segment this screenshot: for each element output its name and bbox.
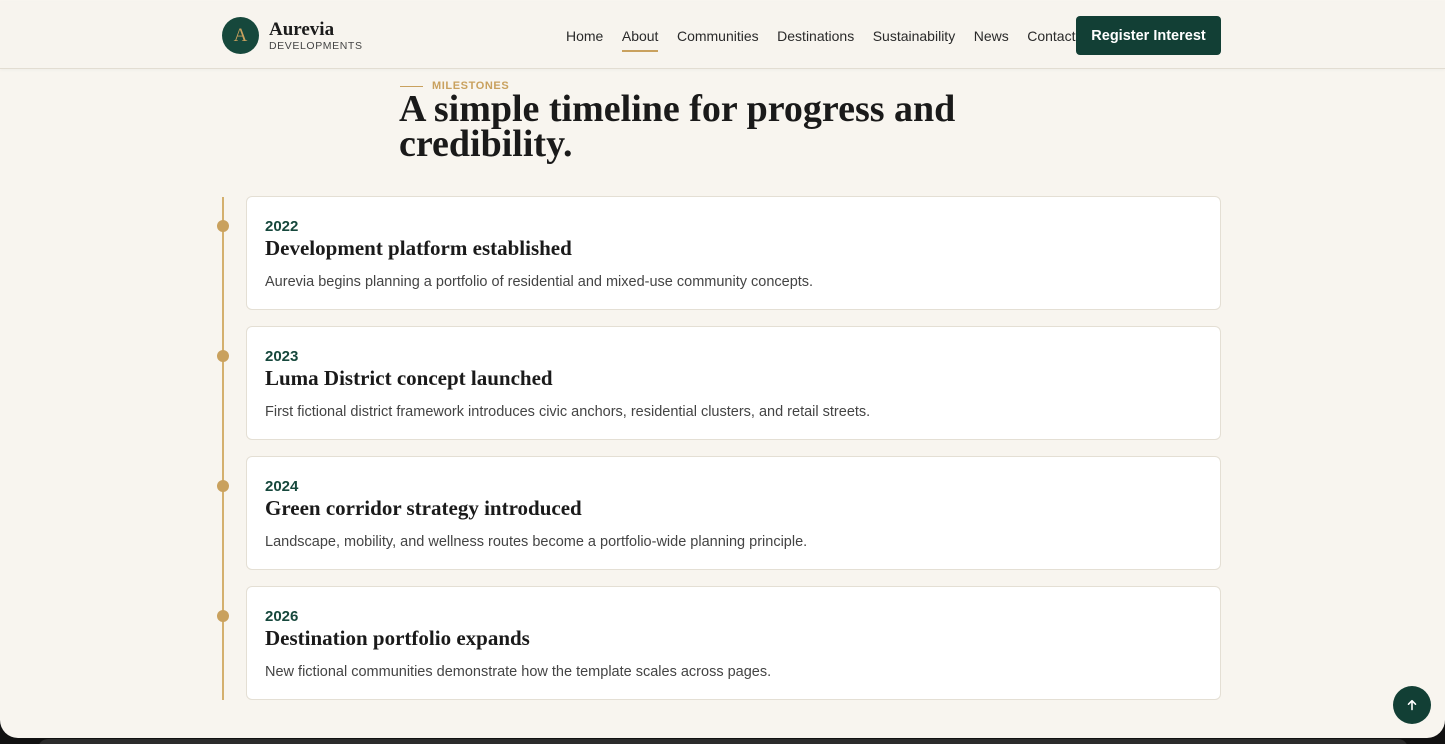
brand-name: Aurevia xyxy=(269,18,335,40)
site-header: A Aurevia DEVELOPMENTS Home About Commun… xyxy=(0,2,1445,69)
nav-contact[interactable]: Contact xyxy=(1027,28,1075,50)
back-to-top-button[interactable] xyxy=(1393,686,1431,724)
timeline-dot xyxy=(217,480,229,492)
milestone-title: Development platform established xyxy=(265,236,572,260)
timeline-rail xyxy=(222,197,224,700)
main-nav: Home About Communities Destinations Sust… xyxy=(566,28,1094,52)
eyebrow-divider xyxy=(400,85,423,87)
nav-sustainability[interactable]: Sustainability xyxy=(873,28,956,50)
section-title: A simple timeline for progress and credi… xyxy=(399,88,956,165)
register-interest-button[interactable]: Register Interest xyxy=(1076,16,1221,55)
nav-news[interactable]: News xyxy=(974,28,1009,50)
nav-communities[interactable]: Communities xyxy=(677,28,759,50)
timeline-card: 2023 Luma District concept launched Firs… xyxy=(246,326,1221,440)
timeline-card: 2022 Development platform established Au… xyxy=(246,196,1221,310)
timeline-card: 2024 Green corridor strategy introduced … xyxy=(246,456,1221,570)
milestone-description: First fictional district framework intro… xyxy=(265,404,871,420)
brand-logo[interactable]: A Aurevia DEVELOPMENTS xyxy=(222,17,363,54)
brand-text: Aurevia DEVELOPMENTS xyxy=(269,20,363,52)
milestone-year: 2026 xyxy=(265,608,299,625)
timeline-dot xyxy=(217,610,229,622)
timeline-dot xyxy=(217,350,229,362)
nav-home[interactable]: Home xyxy=(566,28,603,50)
milestone-description: Aurevia begins planning a portfolio of r… xyxy=(265,274,814,290)
milestone-title: Destination portfolio expands xyxy=(265,626,530,650)
milestone-year: 2024 xyxy=(265,478,299,495)
timeline-card: 2026 Destination portfolio expands New f… xyxy=(246,586,1221,700)
milestone-description: Landscape, mobility, and wellness routes… xyxy=(265,534,808,550)
arrow-up-icon xyxy=(1407,699,1417,711)
nav-destinations[interactable]: Destinations xyxy=(777,28,854,50)
milestone-title: Luma District concept launched xyxy=(265,366,553,390)
footer-edge xyxy=(38,739,1408,744)
nav-about[interactable]: About xyxy=(621,28,658,52)
brand-subtitle: DEVELOPMENTS xyxy=(269,39,363,52)
milestone-title: Green corridor strategy introduced xyxy=(265,496,582,520)
milestone-description: New fictional communities demonstrate ho… xyxy=(265,664,772,680)
brand-mark: A xyxy=(222,17,259,54)
milestone-year: 2023 xyxy=(265,348,299,365)
page: A Aurevia DEVELOPMENTS Home About Commun… xyxy=(0,0,1445,738)
timeline-dot xyxy=(217,220,229,232)
milestone-year: 2022 xyxy=(265,218,299,235)
